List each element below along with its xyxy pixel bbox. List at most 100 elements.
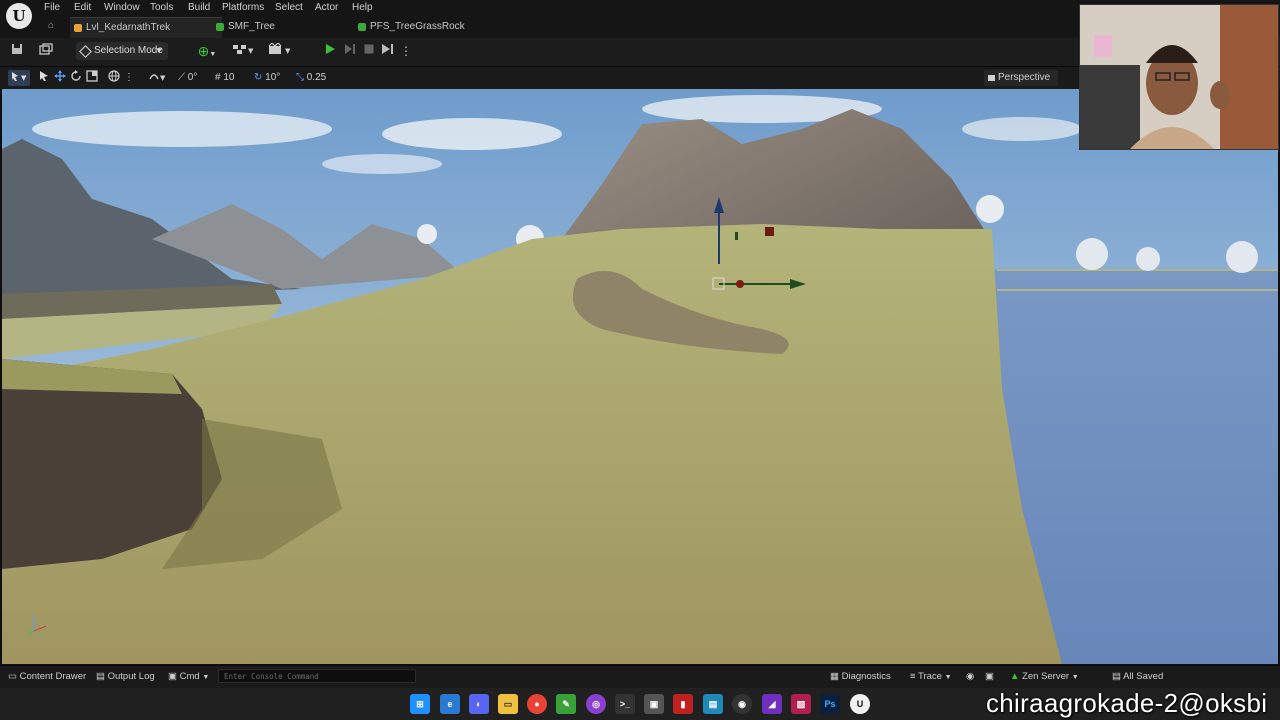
angle-snap-icon: ↻ — [254, 72, 263, 83]
stop-button[interactable] — [362, 42, 376, 60]
chevron-down-icon: ▼ — [1071, 674, 1079, 681]
discord-icon[interactable]: ◐ — [469, 694, 489, 714]
diagnostics-button[interactable]: ▦ Diagnostics — [830, 670, 891, 684]
menu-build[interactable]: Build — [188, 1, 210, 15]
grid-snap-value: 10 — [223, 72, 235, 83]
all-saved-label: All Saved — [1123, 671, 1164, 682]
menu-edit[interactable]: Edit — [74, 1, 91, 15]
step-button[interactable] — [342, 42, 358, 60]
app-icon[interactable]: ▣ — [644, 694, 664, 714]
viewport-scene — [2, 89, 1278, 664]
red-app-icon[interactable]: ▮ — [673, 694, 693, 714]
more-options-icon[interactable]: ⋮ — [124, 70, 134, 86]
tab-level[interactable]: Lvl_KedarnathTrek — [70, 17, 222, 38]
cmd-dropdown[interactable]: ▣ Cmd ▼ — [168, 670, 209, 684]
viewport-options-button[interactable]: ▼ — [8, 70, 30, 86]
trace-label: Trace — [918, 671, 942, 682]
chevron-down-icon: ▼ — [155, 46, 163, 55]
tab-pfs-treegrassrock[interactable]: PFS_TreeGrassRock — [354, 17, 510, 37]
angle-snap-value: 10° — [265, 72, 281, 83]
perspective-dropdown[interactable]: Perspective ▼ — [984, 70, 1058, 98]
diagnostics-icon: ▦ — [830, 671, 839, 682]
zen-server-dropdown[interactable]: ▲ Zen Server ▼ — [1010, 670, 1079, 684]
scale-snap-icon: ⤡ — [296, 72, 304, 83]
visual-studio-icon[interactable]: ◢ — [762, 694, 782, 714]
console-command-input[interactable]: Enter Console Command — [218, 669, 416, 683]
grid-snap-toggle[interactable]: # 10 — [215, 70, 234, 86]
rotation-snap-toggle[interactable]: ⟋ 0° — [178, 70, 197, 86]
svg-text:▼: ▼ — [248, 47, 254, 55]
rotate-tool-icon[interactable] — [70, 70, 82, 86]
menu-tools[interactable]: Tools — [150, 1, 173, 15]
unreal-engine-icon[interactable]: U — [850, 694, 870, 714]
svg-text:▼: ▼ — [285, 47, 291, 55]
terminal-icon[interactable]: >_ — [615, 694, 635, 714]
svg-text:▼: ▼ — [160, 74, 166, 82]
zen-server-label: Zen Server — [1022, 671, 1070, 682]
blue-app-icon[interactable]: ▤ — [703, 694, 723, 714]
save-icon[interactable] — [10, 42, 24, 60]
unreal-logo-icon[interactable]: U — [6, 3, 32, 29]
world-space-icon[interactable] — [108, 70, 120, 86]
obs-icon[interactable]: ◉ — [732, 694, 752, 714]
file-explorer-icon[interactable]: ▭ — [498, 694, 518, 714]
foliage-icon — [358, 23, 366, 31]
chevron-down-icon: ▼ — [944, 674, 952, 681]
output-log-icon: ▤ — [96, 671, 105, 682]
payment-watermark: chiraagrokade-2@oksbi — [986, 688, 1268, 718]
webcam-feed — [1080, 5, 1278, 149]
menu-select[interactable]: Select — [275, 1, 303, 15]
select-tool-icon[interactable] — [38, 70, 50, 86]
save-status[interactable]: ▤ All Saved — [1112, 670, 1163, 684]
save-status-icon: ▤ — [1112, 671, 1121, 682]
surface-snap-button[interactable]: ▼ — [148, 70, 170, 86]
screenshot-icon[interactable]: ▣ — [985, 670, 995, 684]
more-options-icon[interactable]: ⋮ — [400, 42, 412, 60]
menu-window[interactable]: Window — [104, 1, 140, 15]
content-drawer-icon: ▭ — [8, 671, 17, 682]
translate-tool-icon[interactable] — [54, 70, 66, 86]
zen-server-icon: ▲ — [1010, 671, 1020, 682]
tab-label: PFS_TreeGrassRock — [370, 21, 465, 32]
edge-icon[interactable]: e — [440, 694, 460, 714]
terminal-icon: ▣ — [168, 671, 177, 682]
home-icon[interactable]: ⌂ — [48, 21, 58, 31]
svg-text:▼: ▼ — [21, 74, 27, 82]
tab-smf-tree[interactable]: SMF_Tree — [212, 17, 358, 37]
record-icon[interactable]: ◉ — [966, 670, 976, 684]
selection-mode-label: Selection Mode — [94, 45, 163, 56]
eject-button[interactable] — [380, 42, 396, 60]
github-icon[interactable]: ◎ — [586, 694, 606, 714]
scale-tool-icon[interactable] — [86, 70, 98, 86]
blueprint-button[interactable]: ▼ — [230, 42, 256, 60]
webcam-overlay — [1079, 4, 1279, 150]
notepad-icon[interactable]: ✎ — [556, 694, 576, 714]
output-log-button[interactable]: ▤ Output Log — [96, 670, 155, 684]
add-actor-button[interactable]: ⊕▼ — [194, 42, 220, 60]
grid-snap-icon: # — [215, 72, 221, 83]
play-button[interactable] — [322, 42, 338, 60]
menu-actor[interactable]: Actor — [315, 1, 338, 15]
cmd-label: Cmd — [179, 671, 200, 682]
perspective-label: Perspective — [998, 72, 1051, 83]
tab-label: Lvl_KedarnathTrek — [86, 22, 171, 33]
content-browser-icon[interactable] — [38, 42, 54, 60]
red-app-icon-2[interactable]: ▧ — [791, 694, 811, 714]
windows-start-icon[interactable]: ⊞ — [410, 694, 430, 714]
photoshop-icon[interactable]: Ps — [820, 694, 840, 714]
angle-snap-toggle[interactable]: ↻ 10° — [254, 70, 280, 86]
scale-snap-toggle[interactable]: ⤡ 0.25 — [296, 70, 326, 86]
selection-mode-dropdown[interactable]: Selection Mode ▼ — [76, 42, 168, 60]
selection-mode-icon — [79, 45, 92, 58]
camera-icon — [988, 75, 995, 81]
trace-dropdown[interactable]: ≡ Trace ▼ — [910, 670, 952, 684]
content-drawer-button[interactable]: ▭ Content Drawer — [8, 670, 86, 684]
level-viewport[interactable] — [2, 89, 1278, 664]
cinematics-button[interactable]: ▼ — [266, 42, 294, 60]
chrome-icon[interactable]: ● — [527, 694, 547, 714]
chevron-down-icon: ▼ — [202, 674, 210, 681]
output-log-label: Output Log — [107, 671, 155, 682]
menu-help[interactable]: Help — [352, 1, 373, 15]
menu-file[interactable]: File — [44, 1, 60, 15]
menu-platforms[interactable]: Platforms — [222, 1, 264, 15]
